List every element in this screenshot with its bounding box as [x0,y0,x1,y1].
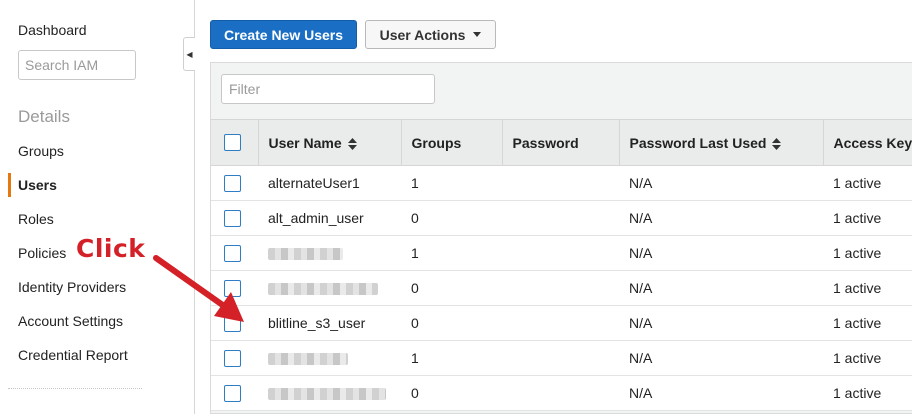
password-cell [502,340,619,376]
password-cell [502,375,619,411]
table-row[interactable]: alt_admin_user 0 N/A 1 active [211,200,912,236]
click-annotation-label: Click [76,234,146,263]
groups-cell: 0 [401,270,502,306]
search-input[interactable] [18,50,136,80]
access-keys-cell: 1 active [823,165,912,201]
password-last-used-cell: N/A [619,235,823,271]
active-item-indicator [8,173,11,197]
access-keys-cell: 1 active [823,305,912,341]
row-checkbox[interactable] [224,209,241,227]
select-all-checkbox[interactable] [224,134,241,152]
password-last-used-cell: N/A [619,340,823,376]
sidebar-item-users[interactable]: Users [18,177,57,193]
user-name-cell [258,340,401,376]
sort-icon [772,137,782,150]
column-header-password[interactable]: Password [502,119,620,166]
row-select-cell [211,235,258,271]
row-select-cell [211,200,258,236]
password-cell [502,200,619,236]
access-keys-cell: 1 active [823,375,912,411]
user-name-cell [258,375,401,411]
details-section-title: Details [18,107,70,126]
column-label: Password Last Used [629,134,767,151]
user-name-cell[interactable]: alternateUser1 [258,165,401,201]
row-checkbox[interactable] [224,174,241,192]
row-checkbox[interactable] [224,279,241,297]
password-last-used-cell: N/A [619,375,823,411]
caret-down-icon [473,32,482,37]
user-name-cell [258,270,401,306]
user-name-cell[interactable]: blitline_s3_user [258,305,401,341]
table-row[interactable]: 1 N/A 1 active [211,340,912,376]
select-all-cell [211,119,259,166]
sidebar-item-credential-report[interactable]: Credential Report [18,347,128,363]
column-label: User Name [268,134,342,151]
groups-cell: 1 [401,340,502,376]
groups-cell: 0 [401,375,502,411]
password-last-used-cell: N/A [619,165,823,201]
access-keys-cell: 1 active [823,235,912,271]
groups-cell: 1 [401,235,502,271]
column-header-access-keys[interactable]: Access Keys [823,119,912,166]
sidebar-dashboard-link[interactable]: Dashboard [18,22,87,38]
row-checkbox[interactable] [224,244,241,262]
users-table-panel: User Name Groups Password Password Last … [210,62,912,414]
access-keys-cell: 1 active [823,340,912,376]
table-row[interactable]: 0 N/A 1 active [211,375,912,411]
column-header-groups[interactable]: Groups [401,119,503,166]
groups-cell: 1 [401,165,502,201]
sidebar-divider [8,388,142,389]
column-header-password-last-used[interactable]: Password Last Used [619,119,824,166]
password-cell [502,165,619,201]
user-actions-label: User Actions [379,26,466,43]
sidebar-item-account-settings[interactable]: Account Settings [18,313,123,329]
row-select-cell [211,270,258,306]
sidebar-item-identity-providers[interactable]: Identity Providers [18,279,126,295]
groups-cell: 0 [401,305,502,341]
sidebar: Dashboard Details Groups Users Roles Pol… [0,0,195,414]
user-name-cell [258,235,401,271]
user-name-cell[interactable]: alt_admin_user [258,200,401,236]
table-header-row: User Name Groups Password Password Last … [211,119,912,166]
table-row[interactable]: 0 N/A 1 active [211,270,912,306]
filter-input[interactable] [221,74,435,104]
redacted-user-name [268,353,348,366]
table-row[interactable]: 1 N/A 1 active [211,235,912,271]
users-table: User Name Groups Password Password Last … [211,119,912,411]
chevron-left-icon: ◀ [186,49,193,59]
collapse-sidebar-button[interactable]: ◀ [183,37,195,71]
access-keys-cell: 1 active [823,200,912,236]
row-select-cell [211,340,258,376]
sidebar-item-groups[interactable]: Groups [18,143,64,159]
password-cell [502,305,619,341]
row-checkbox[interactable] [224,314,241,332]
access-keys-cell: 1 active [823,270,912,306]
password-cell [502,235,619,271]
main-content: Create New Users User Actions User Name … [196,0,912,414]
table-row[interactable]: alternateUser1 1 N/A 1 active [211,165,912,201]
row-select-cell [211,305,258,341]
redacted-user-name [268,283,378,296]
row-checkbox[interactable] [224,349,241,367]
redacted-user-name [268,248,343,261]
row-select-cell [211,165,258,201]
row-checkbox[interactable] [224,384,241,402]
password-last-used-cell: N/A [619,200,823,236]
password-cell [502,270,619,306]
groups-cell: 0 [401,200,502,236]
row-select-cell [211,375,258,411]
password-last-used-cell: N/A [619,305,823,341]
column-header-user-name[interactable]: User Name [258,119,402,166]
redacted-user-name [268,388,386,401]
sidebar-item-roles[interactable]: Roles [18,211,54,227]
user-actions-button[interactable]: User Actions [365,20,496,49]
sidebar-item-policies[interactable]: Policies [18,245,66,261]
table-row[interactable]: blitline_s3_user 0 N/A 1 active [211,305,912,341]
sort-icon [347,137,357,150]
password-last-used-cell: N/A [619,270,823,306]
create-new-users-button[interactable]: Create New Users [210,20,357,49]
